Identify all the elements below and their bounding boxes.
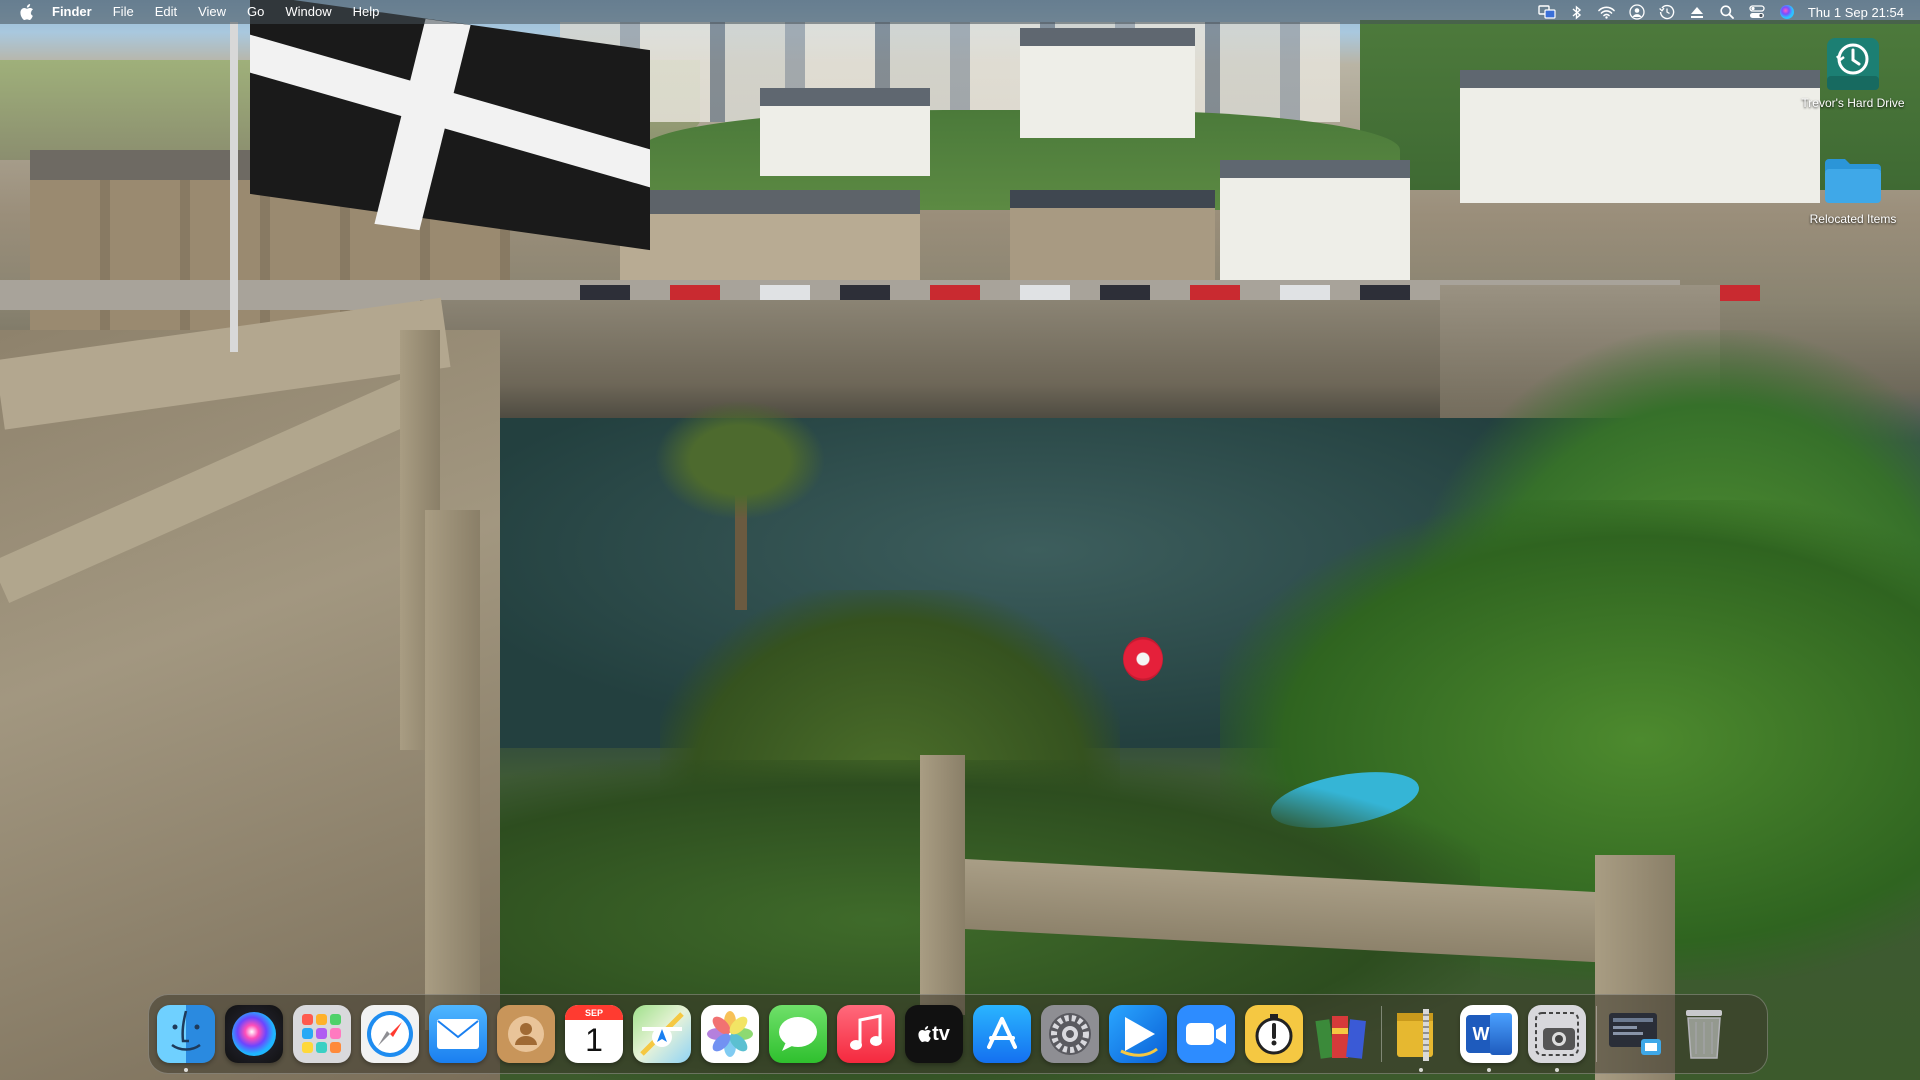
desktop-icon-label: Relocated Items	[1809, 212, 1897, 226]
siri-icon	[232, 1012, 276, 1056]
mail-icon	[437, 1019, 479, 1049]
menu-finder[interactable]: Finder	[52, 0, 92, 24]
dock-archive-utility[interactable]	[1392, 1005, 1450, 1072]
dock-finder[interactable]	[157, 1005, 215, 1072]
zoom-icon	[1186, 1023, 1226, 1045]
contacts-icon	[508, 1016, 544, 1052]
dock-system-preferences[interactable]	[1041, 1005, 1099, 1063]
dock-downloads-stack[interactable]	[1607, 1005, 1665, 1063]
app-store-icon	[987, 1017, 1017, 1049]
dock-screenshot[interactable]	[1528, 1005, 1586, 1072]
wifi-icon[interactable]	[1598, 3, 1616, 21]
siri-icon[interactable]	[1778, 3, 1796, 21]
menu-bar-clock[interactable]: Thu 1 Sep 21:54	[1808, 5, 1904, 20]
dock-app-store[interactable]	[973, 1005, 1031, 1063]
calendar-month: SEP	[584, 1008, 603, 1018]
dock-contacts[interactable]	[497, 1005, 555, 1063]
apple-menu-icon[interactable]	[18, 3, 36, 21]
dock-rar-extractor[interactable]	[1313, 1005, 1371, 1063]
dock-siri[interactable]	[225, 1005, 283, 1063]
dock-safari[interactable]	[361, 1005, 419, 1063]
menu-file[interactable]: File	[113, 0, 134, 24]
apple-tv-icon	[918, 1026, 931, 1042]
eject-icon[interactable]	[1688, 3, 1706, 21]
desktop-wallpaper	[0, 0, 1920, 1080]
bluetooth-icon[interactable]	[1568, 3, 1586, 21]
dock-zoom[interactable]	[1177, 1005, 1235, 1063]
dock-microsoft-word[interactable]: W	[1460, 1005, 1518, 1072]
time-machine-drive-icon	[1823, 34, 1883, 94]
dock-messages[interactable]	[769, 1005, 827, 1063]
desktop-icon-hard-drive[interactable]: Trevor's Hard Drive	[1798, 34, 1908, 110]
photos-icon	[707, 1011, 753, 1057]
dock-music[interactable]	[837, 1005, 895, 1063]
menu-bar: Finder File Edit View Go Window Help Thu…	[0, 0, 1920, 24]
dock-photos[interactable]	[701, 1005, 759, 1063]
dock-separator	[1596, 1006, 1597, 1062]
messages-icon	[779, 1017, 817, 1051]
screenshot-icon	[1535, 1012, 1579, 1056]
prime-video-icon	[1120, 1017, 1158, 1057]
menu-go[interactable]: Go	[247, 0, 264, 24]
dock-trash[interactable]	[1675, 1005, 1733, 1063]
finder-icon	[171, 1010, 201, 1051]
control-center-icon[interactable]	[1748, 3, 1766, 21]
dock: SEP 1 tv W	[148, 994, 1768, 1074]
trash-icon	[1686, 1010, 1722, 1059]
dock-maps[interactable]	[633, 1005, 691, 1063]
menu-edit[interactable]: Edit	[155, 0, 177, 24]
stopwatch-icon	[1255, 1014, 1293, 1055]
music-icon	[850, 1014, 882, 1050]
desktop-icon-label: Trevor's Hard Drive	[1801, 96, 1905, 110]
desktop-icon-relocated-items[interactable]: Relocated Items	[1798, 150, 1908, 226]
spotlight-search-icon[interactable]	[1718, 3, 1736, 21]
status-area: Thu 1 Sep 21:54	[1538, 0, 1920, 24]
dock-launchpad[interactable]	[293, 1005, 351, 1063]
dock-separator	[1381, 1006, 1382, 1062]
zipper-archive-icon	[1397, 1009, 1433, 1061]
menu-window[interactable]: Window	[285, 0, 331, 24]
dock-prime-video[interactable]	[1109, 1005, 1167, 1063]
dock-calendar[interactable]: SEP 1	[565, 1005, 623, 1063]
system-preferences-icon	[1049, 1013, 1091, 1055]
dock-mail[interactable]	[429, 1005, 487, 1063]
menu-view[interactable]: View	[198, 0, 226, 24]
dock-apple-tv[interactable]: tv	[905, 1005, 963, 1063]
folder-icon	[1823, 150, 1883, 210]
archive-books-icon	[1315, 1016, 1366, 1059]
calendar-day: 1	[585, 1022, 603, 1058]
dock-instastats[interactable]	[1245, 1005, 1303, 1063]
apple-tv-label: tv	[932, 1022, 950, 1045]
user-account-icon[interactable]	[1628, 3, 1646, 21]
word-icon-letter: W	[1472, 1023, 1490, 1044]
time-machine-icon[interactable]	[1658, 3, 1676, 21]
launchpad-icon	[302, 1014, 341, 1053]
safari-icon	[367, 1011, 413, 1057]
maps-icon	[640, 1012, 684, 1056]
screen-mirroring-icon[interactable]	[1538, 3, 1556, 21]
menu-help[interactable]: Help	[353, 0, 380, 24]
downloads-stack-icon	[1609, 1013, 1661, 1055]
